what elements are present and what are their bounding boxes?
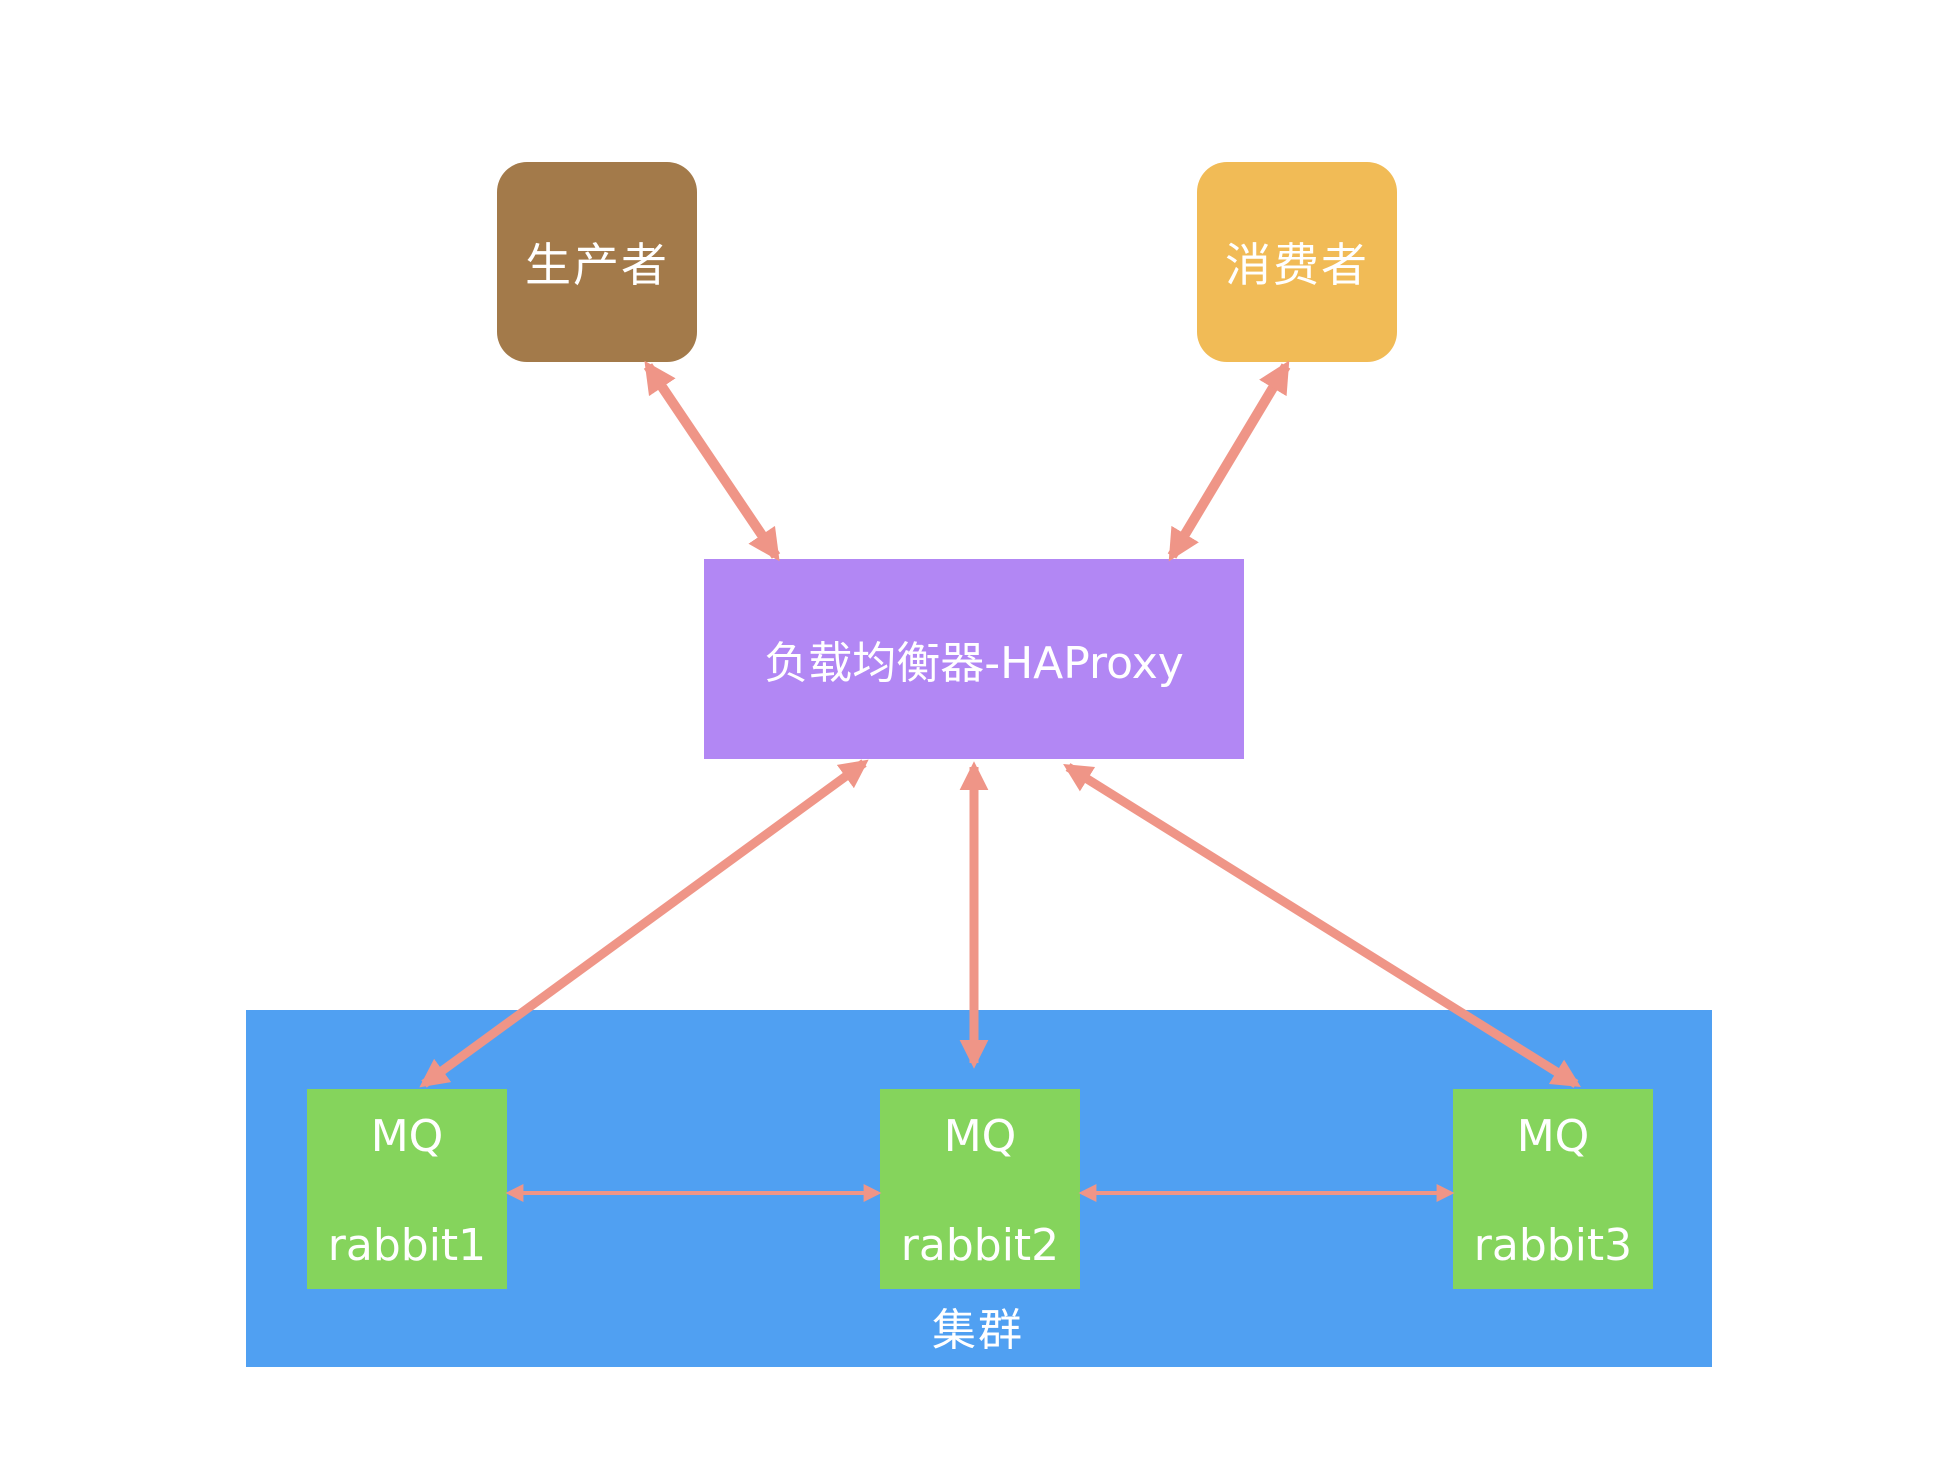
producer-node: 生产者 xyxy=(497,162,697,362)
mq-node-title: MQ xyxy=(370,1111,444,1162)
mq-node-name: rabbit1 xyxy=(327,1220,487,1271)
mq-node-rabbit3: MQ rabbit3 xyxy=(1453,1089,1653,1289)
mq-node-rabbit1: MQ rabbit1 xyxy=(307,1089,507,1289)
mq-node-name: rabbit2 xyxy=(900,1220,1060,1271)
load-balancer-node: 负载均衡器-HAProxy xyxy=(704,559,1244,759)
consumer-label: 消费者 xyxy=(1225,238,1369,292)
edge-consumer-load_balancer xyxy=(1167,360,1291,562)
architecture-diagram: 集群 生产者 消费者 负载均衡器-HAProxy MQ rabbit1 MQ r… xyxy=(0,0,1956,1474)
load-balancer-label: 负载均衡器-HAProxy xyxy=(764,638,1184,689)
mq-node-rabbit2: MQ rabbit2 xyxy=(880,1089,1080,1289)
cluster-label: 集群 xyxy=(932,1305,1024,1356)
producer-label: 生产者 xyxy=(525,238,669,292)
mq-node-name: rabbit3 xyxy=(1473,1220,1633,1271)
edge-producer-load_balancer xyxy=(643,360,781,562)
mq-node-title: MQ xyxy=(943,1111,1017,1162)
consumer-node: 消费者 xyxy=(1197,162,1397,362)
mq-node-title: MQ xyxy=(1516,1111,1590,1162)
